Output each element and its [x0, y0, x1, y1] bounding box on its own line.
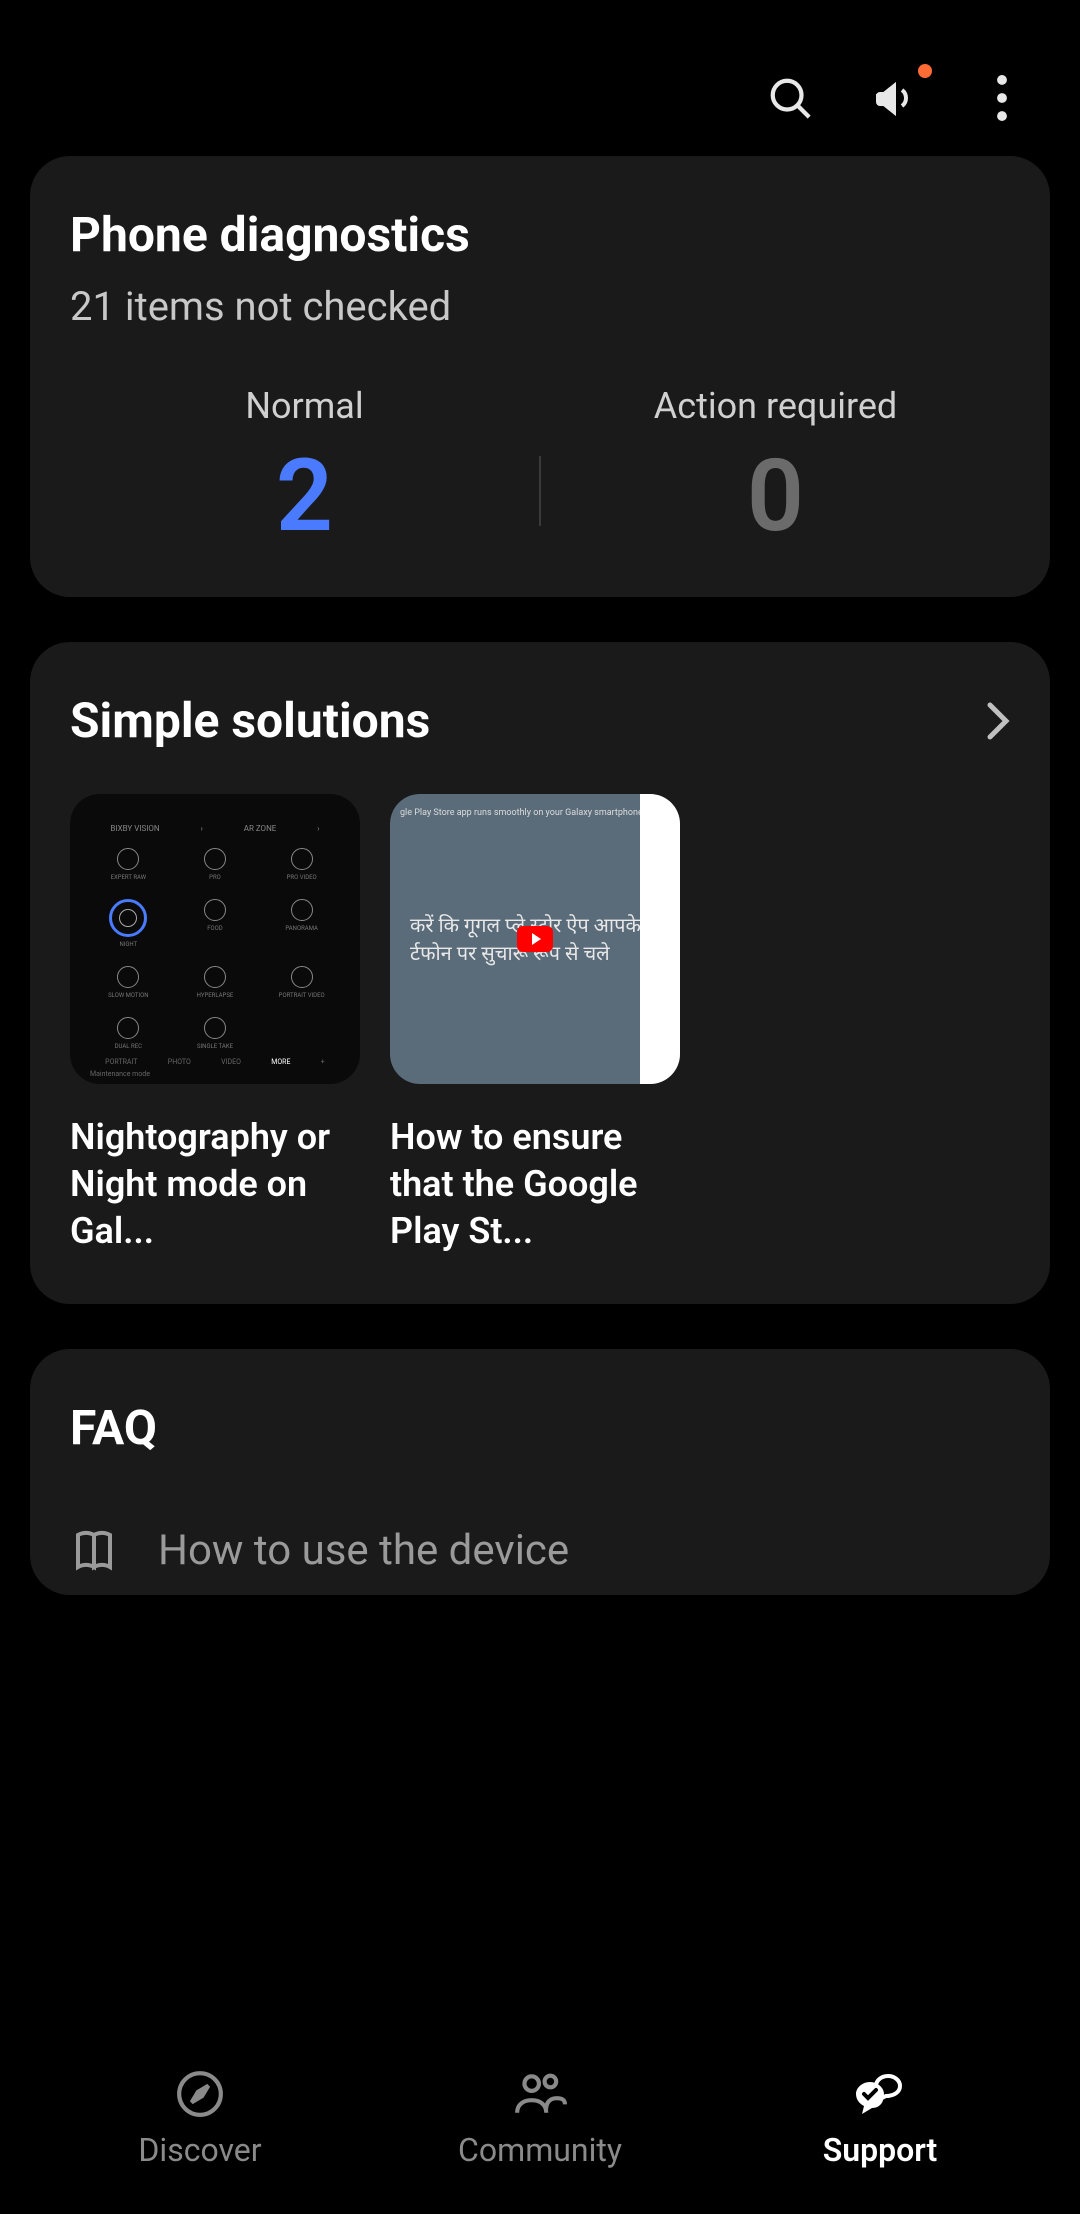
stat-normal-value: 2 [70, 447, 539, 547]
book-icon [70, 1527, 118, 1575]
nav-support-label: Support [823, 2131, 938, 2169]
faq-item-1[interactable]: How to use the device [70, 1526, 1010, 1575]
support-icon [854, 2069, 906, 2119]
stat-action[interactable]: Action required 0 [541, 385, 1010, 547]
search-button[interactable] [762, 70, 818, 126]
more-vertical-icon [997, 75, 1007, 121]
faq-item-1-text: How to use the device [158, 1526, 569, 1575]
stat-normal-label: Normal [70, 385, 539, 427]
bottom-nav: Discover Community Support [0, 2044, 1080, 2214]
solution-thumb-1: BIXBY VISION›AR ZONE› EXPERT RAW PRO PRO… [70, 794, 360, 1084]
nav-support[interactable]: Support [710, 2069, 1050, 2169]
solutions-header[interactable]: Simple solutions [70, 692, 1010, 749]
notification-dot [918, 64, 932, 78]
solution-title-2: How to ensure that the Google Play St... [390, 1114, 680, 1254]
megaphone-button[interactable] [868, 70, 924, 126]
nav-discover-label: Discover [138, 2131, 261, 2169]
people-icon [513, 2069, 567, 2119]
top-bar [0, 0, 1080, 156]
stat-normal[interactable]: Normal 2 [70, 385, 539, 547]
diagnostics-subtitle: 21 items not checked [70, 283, 1010, 330]
search-icon [767, 75, 813, 121]
megaphone-icon [872, 74, 920, 122]
diagnostics-stats: Normal 2 Action required 0 [70, 385, 1010, 547]
nav-discover[interactable]: Discover [30, 2069, 370, 2169]
faq-title: FAQ [70, 1399, 1010, 1456]
stat-action-value: 0 [541, 447, 1010, 547]
chevron-right-icon [986, 701, 1010, 741]
solutions-title: Simple solutions [70, 692, 430, 749]
solution-item-2[interactable]: gle Play Store app runs smoothly on your… [390, 794, 680, 1254]
play-icon [517, 926, 553, 952]
solutions-row[interactable]: BIXBY VISION›AR ZONE› EXPERT RAW PRO PRO… [70, 794, 1010, 1254]
solutions-card: Simple solutions BIXBY VISION›AR ZONE› E… [30, 642, 1050, 1304]
more-button[interactable] [974, 70, 1030, 126]
diagnostics-card[interactable]: Phone diagnostics 21 items not checked N… [30, 156, 1050, 597]
solution-thumb-2: gle Play Store app runs smoothly on your… [390, 794, 680, 1084]
solution-title-1: Nightography or Night mode on Gal... [70, 1114, 360, 1254]
solution-item-1[interactable]: BIXBY VISION›AR ZONE› EXPERT RAW PRO PRO… [70, 794, 360, 1254]
main-content: Phone diagnostics 21 items not checked N… [0, 156, 1080, 1595]
compass-icon [175, 2069, 225, 2119]
nav-community-label: Community [458, 2131, 622, 2169]
diagnostics-title: Phone diagnostics [70, 206, 1010, 263]
nav-community[interactable]: Community [370, 2069, 710, 2169]
stat-action-label: Action required [541, 385, 1010, 427]
faq-card: FAQ How to use the device [30, 1349, 1050, 1595]
